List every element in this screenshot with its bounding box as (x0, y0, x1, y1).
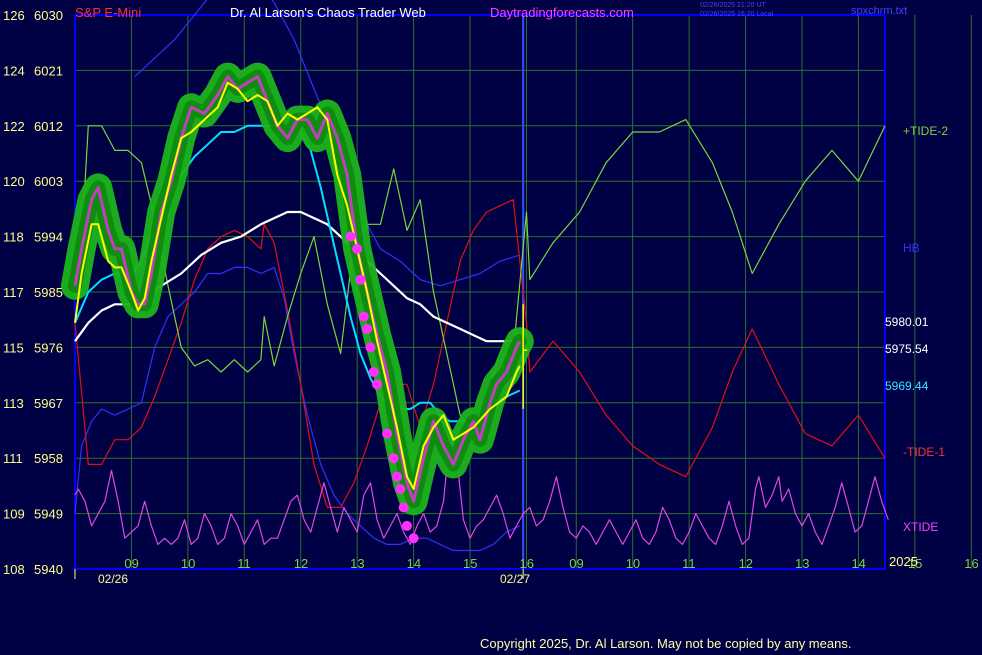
y-label-index: 109 (3, 507, 25, 522)
x-hour-label: 12 (739, 556, 753, 571)
y-label-price: 5994 (34, 230, 63, 245)
y-label-price: 5940 (34, 562, 63, 577)
forecast-dot (392, 471, 403, 482)
forecast-dot (398, 502, 409, 513)
forecast-dot (358, 311, 369, 322)
x-hour-label: 14 (851, 556, 865, 571)
copyright-notice: Copyright 2025, Dr. Al Larson. May not b… (480, 636, 852, 651)
price-label-c: 5969.44 (885, 379, 929, 393)
x-hour-label: 11 (237, 556, 251, 571)
hb-label: HB (903, 241, 920, 255)
y-label-price: 6021 (34, 63, 63, 78)
y-label-index: 126 (3, 8, 25, 23)
x-hour-label: 12 (294, 556, 308, 571)
y-label-price: 5976 (34, 340, 63, 355)
x-hour-label: 09 (124, 556, 138, 571)
y-label-price: 5967 (34, 396, 63, 411)
y-label-price: 6030 (34, 8, 63, 23)
file-name: spxchrm.txt (851, 5, 907, 17)
forecast-dot (382, 428, 393, 439)
x-hour-label: 10 (626, 556, 640, 571)
forecast-dot (388, 453, 399, 464)
year-label: 2025 (889, 554, 918, 569)
y-label-price: 6012 (34, 119, 63, 134)
x-hour-label: 14 (407, 556, 421, 571)
date-label-2: 02/27 (500, 572, 530, 586)
x-hour-label: 13 (795, 556, 809, 571)
x-hour-label: 11 (682, 556, 696, 571)
site-name: Daytradingforecasts.com (490, 5, 634, 20)
forecast-dot (355, 274, 366, 285)
y-label-price: 6003 (34, 174, 63, 189)
forecast-dot (352, 243, 363, 254)
x-hour-label: 16 (519, 556, 533, 571)
y-label-price: 5949 (34, 507, 63, 522)
y-label-index: 117 (3, 285, 24, 300)
tide-minus-label: -TIDE-1 (903, 445, 945, 459)
chart-background (0, 0, 982, 650)
price-label-b: 5975.54 (885, 342, 929, 356)
forecast-dot (368, 367, 379, 378)
xtide-label: XTIDE (903, 520, 938, 534)
chart-root: 126 6030 124 6021 122 6012 120 6003 118 5994 117 59… (0, 0, 982, 651)
x-hour-label: 09 (569, 556, 583, 571)
forecast-dot (365, 342, 376, 353)
forecast-dot (401, 520, 412, 531)
y-label-index: 120 (3, 174, 25, 189)
timestamp-ut: 02/26/2025 21:20 UT (700, 2, 766, 9)
x-hour-label: 10 (181, 556, 195, 571)
chaos-trader-chart: 126 6030 124 6021 122 6012 120 6003 118 5994 117 59… (0, 0, 982, 650)
symbol-title: S&P E-Mini (75, 5, 141, 20)
y-label-index: 108 (3, 562, 25, 577)
timestamp-local: 02/26/2025 16:20 Local (700, 11, 774, 18)
x-hour-label: 13 (350, 556, 364, 571)
tide-plus-label: +TIDE-2 (903, 124, 948, 138)
date-label-1: 02/26 (98, 572, 128, 586)
chart-title: Dr. Al Larson's Chaos Trader Web (230, 5, 426, 20)
y-label-index: 113 (3, 396, 24, 411)
x-hour-label: 15 (463, 556, 477, 571)
y-label-index: 122 (3, 119, 25, 134)
forecast-dot (372, 379, 383, 390)
forecast-dot (408, 533, 419, 544)
y-label-index: 111 (3, 451, 23, 466)
y-label-index: 118 (3, 230, 24, 245)
y-label-index: 115 (3, 340, 24, 355)
forecast-dot (362, 323, 373, 334)
forecast-dot (395, 483, 406, 494)
y-label-price: 5985 (34, 285, 63, 300)
y-label-price: 5958 (34, 451, 63, 466)
y-label-index: 124 (3, 63, 25, 78)
forecast-dot (345, 231, 356, 242)
x-hour-label: 16 (964, 556, 978, 571)
price-label-a: 5980.01 (885, 315, 929, 329)
